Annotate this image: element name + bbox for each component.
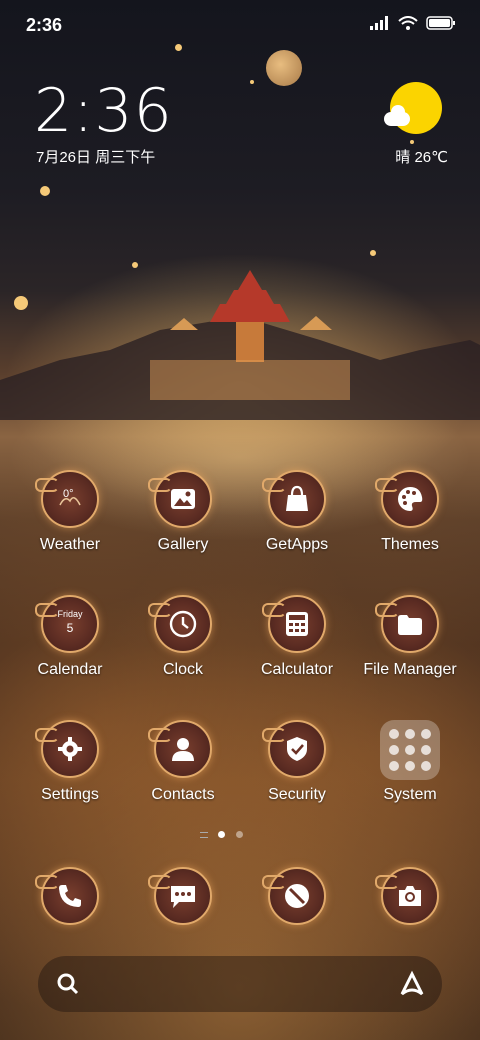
app-label: Settings: [41, 786, 99, 803]
app-label: Contacts: [151, 786, 215, 803]
clock-widget-date[interactable]: 7月26日 周三下午: [36, 146, 155, 167]
page-dot-active: [218, 831, 225, 838]
assistant-icon[interactable]: [396, 968, 428, 1000]
status-bar: 2:36: [0, 0, 480, 50]
weather-widget[interactable]: 晴 26℃: [384, 82, 448, 172]
page-dot: [236, 831, 243, 838]
phone-icon: [35, 867, 99, 925]
app-calendar[interactable]: Friday 5 Calendar: [14, 595, 126, 695]
person-icon: [148, 720, 212, 778]
weather-widget-text: 晴 26℃: [395, 149, 448, 166]
app-folder-icon: [380, 720, 440, 780]
palette-icon: [375, 470, 439, 528]
app-label: Calendar: [37, 661, 103, 678]
app-getapps[interactable]: GetApps: [241, 470, 353, 570]
calendar-day-number: 5: [66, 621, 74, 635]
browser-icon: [262, 867, 326, 925]
app-label: File Manager: [363, 661, 457, 678]
app-calculator[interactable]: Calculator: [241, 595, 353, 695]
weather-icon: 0°: [35, 470, 99, 528]
app-settings[interactable]: Settings: [14, 720, 126, 820]
status-time: 2:36: [26, 15, 63, 35]
calendar-day-name: Friday: [57, 609, 83, 619]
gear-icon: [35, 720, 99, 778]
calendar-icon: Friday 5: [35, 595, 99, 653]
page-indicator-menu: [200, 832, 208, 838]
battery-icon: [426, 16, 455, 30]
dock-camera[interactable]: [354, 867, 466, 929]
message-icon: [148, 867, 212, 925]
app-clock[interactable]: Clock: [127, 595, 239, 695]
status-icons: [370, 16, 456, 30]
app-contacts[interactable]: Contacts: [127, 720, 239, 820]
app-weather[interactable]: 0° Weather: [14, 470, 126, 570]
app-label: Themes: [381, 536, 439, 553]
camera-icon: [375, 867, 439, 925]
app-label: GetApps: [265, 536, 329, 553]
dock-browser[interactable]: [241, 867, 353, 929]
search-bar[interactable]: [38, 956, 442, 1012]
page-indicator[interactable]: [200, 830, 260, 840]
app-themes[interactable]: Themes: [354, 470, 466, 570]
clock-icon: [148, 595, 212, 653]
dock-messaging[interactable]: [127, 867, 239, 929]
clock-widget-time[interactable]: 2:36: [34, 76, 173, 146]
app-folder-system[interactable]: System: [354, 720, 466, 820]
shopping-bag-icon: [262, 470, 326, 528]
wallpaper-palace: [150, 270, 350, 400]
moon-decoration: [266, 50, 302, 86]
app-label: Clock: [162, 661, 203, 678]
search-icon[interactable]: [52, 968, 84, 1000]
calculator-icon: [262, 595, 326, 653]
app-gallery[interactable]: Gallery: [127, 470, 239, 570]
app-file-manager[interactable]: File Manager: [354, 595, 466, 695]
folder-icon: [375, 595, 439, 653]
app-security[interactable]: Security: [241, 720, 353, 820]
app-label: Gallery: [157, 536, 209, 553]
shield-icon: [262, 720, 326, 778]
weather-badge: 0°: [63, 488, 74, 500]
cloud-icon: [384, 105, 410, 126]
app-label: Weather: [39, 536, 101, 553]
signal-icon: [370, 16, 388, 30]
app-label: Calculator: [260, 661, 334, 678]
gallery-icon: [148, 470, 212, 528]
app-label: System: [383, 786, 437, 803]
wifi-icon: [398, 16, 418, 30]
dock-phone[interactable]: [14, 867, 126, 929]
app-label: Security: [268, 786, 326, 803]
